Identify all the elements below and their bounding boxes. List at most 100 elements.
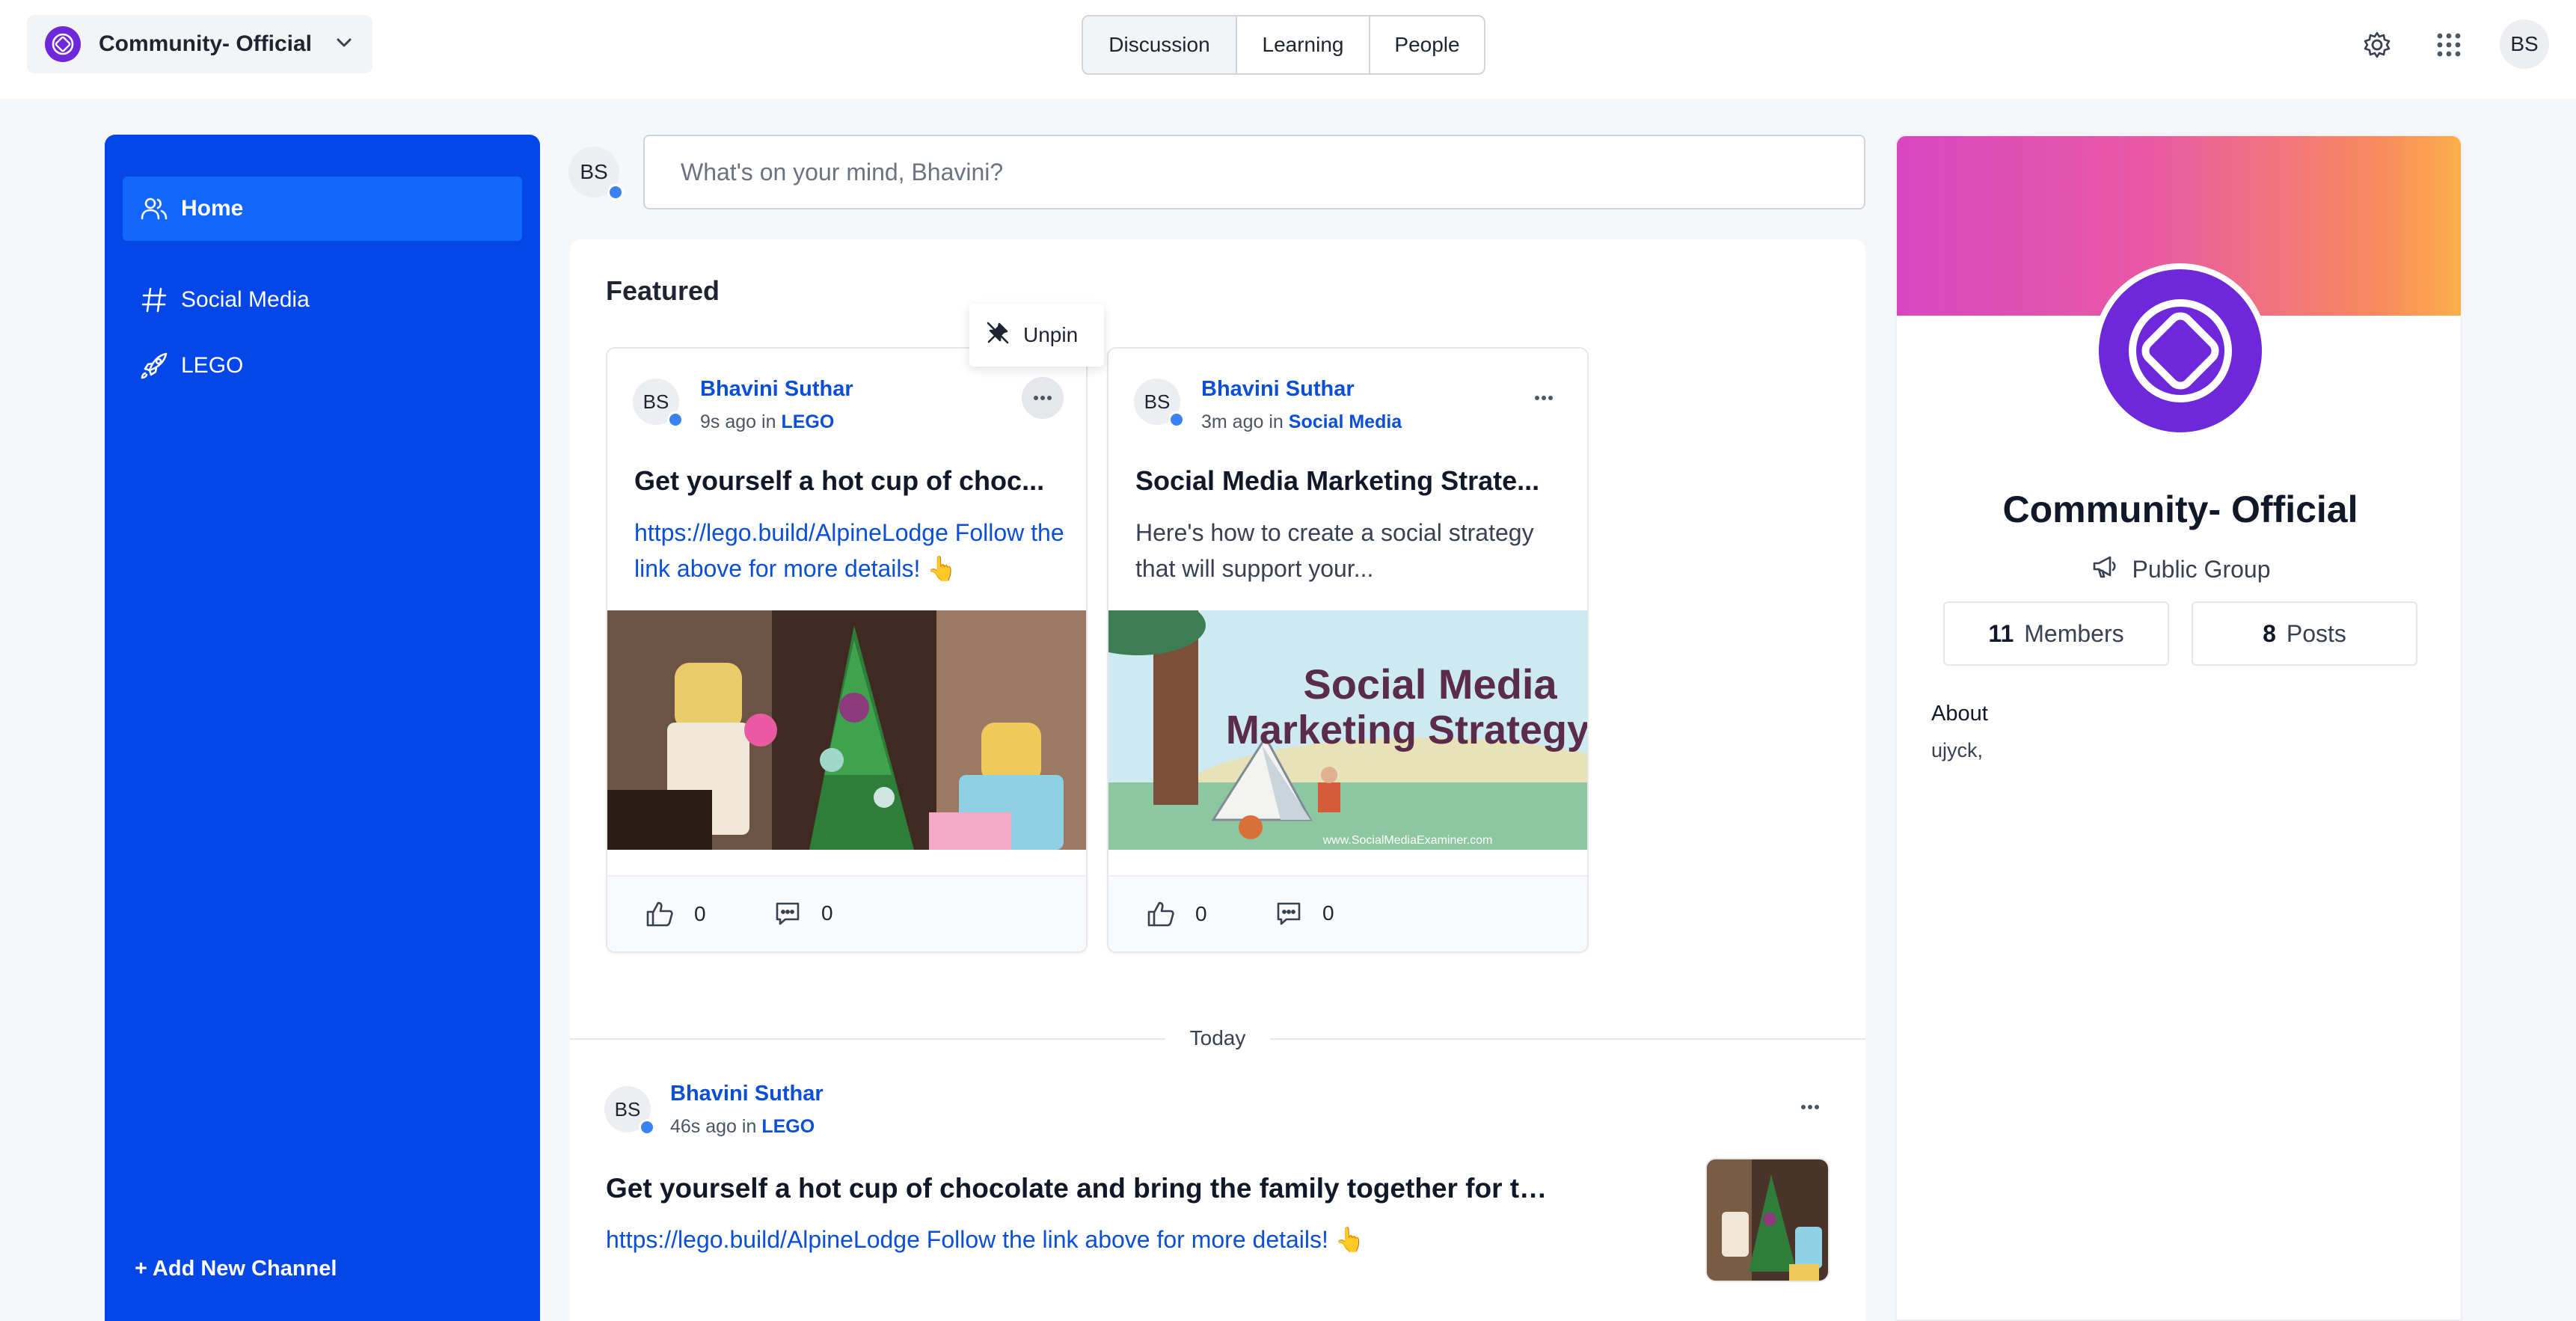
post-body-link[interactable]: https://lego.build/AlpineLodge Follow th…: [634, 515, 1068, 586]
post-thumbnail[interactable]: [1705, 1158, 1830, 1282]
like-count: 0: [1195, 902, 1207, 925]
post-channel-link[interactable]: LEGO: [761, 1116, 815, 1137]
sidebar-item-label: Social Media: [181, 287, 310, 312]
members-stat[interactable]: 11 Members: [1943, 601, 2169, 666]
top-bar: Community- Official Discussion Learning …: [0, 0, 2576, 99]
comment-button[interactable]: 0: [773, 899, 833, 928]
image-caption: www.SocialMediaExaminer.com: [1322, 834, 1493, 847]
main-tabs: Discussion Learning People: [1082, 15, 1485, 75]
post-author-link[interactable]: Bhavini Suthar: [670, 1082, 824, 1106]
avatar-initials: BS: [614, 1097, 641, 1121]
avatar: BS: [633, 378, 684, 428]
post-channel-link[interactable]: LEGO: [781, 411, 834, 432]
post-actions: 0 0: [1108, 875, 1587, 951]
sidebar-item-social-media[interactable]: Social Media: [123, 268, 522, 332]
about-heading: About: [1931, 702, 1988, 726]
post-title[interactable]: Get yourself a hot cup of choc...: [634, 465, 1068, 497]
sidebar-item-label: Home: [181, 196, 244, 221]
sidebar-item-label: LEGO: [181, 353, 244, 378]
user-avatar[interactable]: BS: [2500, 19, 2549, 69]
featured-post-card[interactable]: BS Bhavini Suthar 3m ago in Social Media…: [1107, 347, 1589, 953]
avatar-badge: [607, 184, 624, 200]
pin-off-icon: [986, 321, 1010, 350]
gear-icon[interactable]: [2355, 22, 2399, 67]
post-body: Here's how to create a social strategy t…: [1135, 519, 1534, 582]
avatar: BS: [604, 1086, 655, 1135]
image-text-line-2: Marketing Strategy: [1226, 708, 1589, 753]
thumbs-up-icon: [1147, 901, 1174, 927]
about-text: ujyck,: [1931, 739, 1984, 761]
comment-icon: [1277, 902, 1301, 925]
featured-post-card[interactable]: BS Bhavini Suthar 9s ago in LEGO Get you…: [606, 347, 1088, 953]
comment-button[interactable]: 0: [1275, 899, 1334, 928]
date-divider-label: Today: [1165, 1026, 1270, 1050]
avatar-initials: BS: [1144, 390, 1171, 413]
featured-heading: Featured: [606, 275, 720, 306]
rocket-icon: [138, 349, 171, 382]
post-image[interactable]: Social Media Marketing Strategy www.Soci…: [1108, 610, 1589, 850]
add-channel-button[interactable]: + Add New Channel: [135, 1257, 337, 1281]
post-title[interactable]: Get yourself a hot cup of chocolate and …: [606, 1173, 1548, 1204]
post-image[interactable]: [607, 610, 1086, 850]
comment-icon: [776, 902, 800, 925]
people-icon: [138, 192, 171, 225]
post-author-link[interactable]: Bhavini Suthar: [1201, 377, 1355, 402]
comment-count: 0: [821, 901, 833, 925]
post-time: 46s ago: [670, 1116, 737, 1137]
community-name: Community- Official: [99, 31, 313, 56]
post-author-link[interactable]: Bhavini Suthar: [700, 377, 853, 402]
post-composer-input[interactable]: What's on your mind, Bhavini?: [643, 135, 1865, 209]
group-name: Community- Official: [2002, 488, 2358, 530]
members-count: 11: [1988, 619, 2014, 647]
like-count: 0: [694, 902, 706, 925]
hash-icon: [138, 283, 171, 316]
more-options-button[interactable]: [1523, 377, 1565, 419]
posts-stat[interactable]: 8 Posts: [2192, 601, 2417, 666]
composer-avatar: BS: [568, 147, 624, 200]
megaphone-icon: [2091, 552, 2119, 586]
post-time: 3m ago: [1201, 411, 1264, 432]
sidebar-item-lego[interactable]: LEGO: [123, 334, 522, 398]
avatar-initials: BS: [643, 390, 669, 413]
chevron-down-icon: [334, 32, 355, 57]
group-info-panel: Community- Official Public Group 11 Memb…: [1895, 135, 2462, 1321]
post-channel-link[interactable]: Social Media: [1289, 411, 1402, 432]
avatar-badge: [639, 1119, 655, 1135]
channel-sidebar: Home Social Media LEGO + Add New Channel: [105, 135, 540, 1321]
image-text-line-1: Social Media: [1303, 660, 1557, 708]
unpin-menu-item[interactable]: Unpin: [969, 304, 1104, 367]
post-body-link[interactable]: https://lego.build/AlpineLodge Follow th…: [606, 1225, 1365, 1254]
members-label: Members: [2024, 619, 2124, 647]
like-button[interactable]: 0: [1146, 899, 1207, 929]
post-meta: 9s ago in LEGO: [700, 411, 834, 433]
post-actions: 0 0: [607, 875, 1086, 951]
apps-grid-icon[interactable]: [2426, 22, 2471, 67]
more-options-button[interactable]: [1789, 1086, 1831, 1128]
tab-learning[interactable]: Learning: [1237, 16, 1370, 73]
community-switcher[interactable]: Community- Official: [27, 15, 372, 73]
avatar-badge: [667, 411, 684, 428]
more-options-button[interactable]: [1022, 377, 1064, 419]
like-button[interactable]: 0: [645, 899, 706, 929]
meta-in: in: [761, 411, 776, 432]
posts-label: Posts: [2286, 619, 2346, 647]
sidebar-item-home[interactable]: Home: [123, 177, 522, 241]
post-title[interactable]: Social Media Marketing Strate...: [1135, 465, 1569, 497]
comment-count: 0: [1322, 901, 1334, 925]
avatar: BS: [1134, 378, 1185, 428]
post-meta: 46s ago in LEGO: [670, 1116, 815, 1138]
posts-count: 8: [2263, 619, 2276, 647]
thumbs-up-icon: [646, 901, 673, 927]
group-logo-icon: [2093, 263, 2268, 438]
meta-in: in: [1269, 411, 1284, 432]
group-type: Public Group: [1897, 552, 2461, 586]
post-time: 9s ago: [700, 411, 757, 432]
avatar-badge: [1168, 411, 1185, 428]
discussion-feed: Featured BS Bhavini Suthar 9s ago in LEG…: [570, 239, 1865, 1321]
tab-people[interactable]: People: [1370, 16, 1484, 73]
unpin-label: Unpin: [1023, 323, 1079, 346]
community-logo-icon: [45, 26, 81, 62]
tab-discussion[interactable]: Discussion: [1083, 16, 1237, 73]
post-meta: 3m ago in Social Media: [1201, 411, 1402, 433]
avatar-initials: BS: [580, 160, 608, 183]
